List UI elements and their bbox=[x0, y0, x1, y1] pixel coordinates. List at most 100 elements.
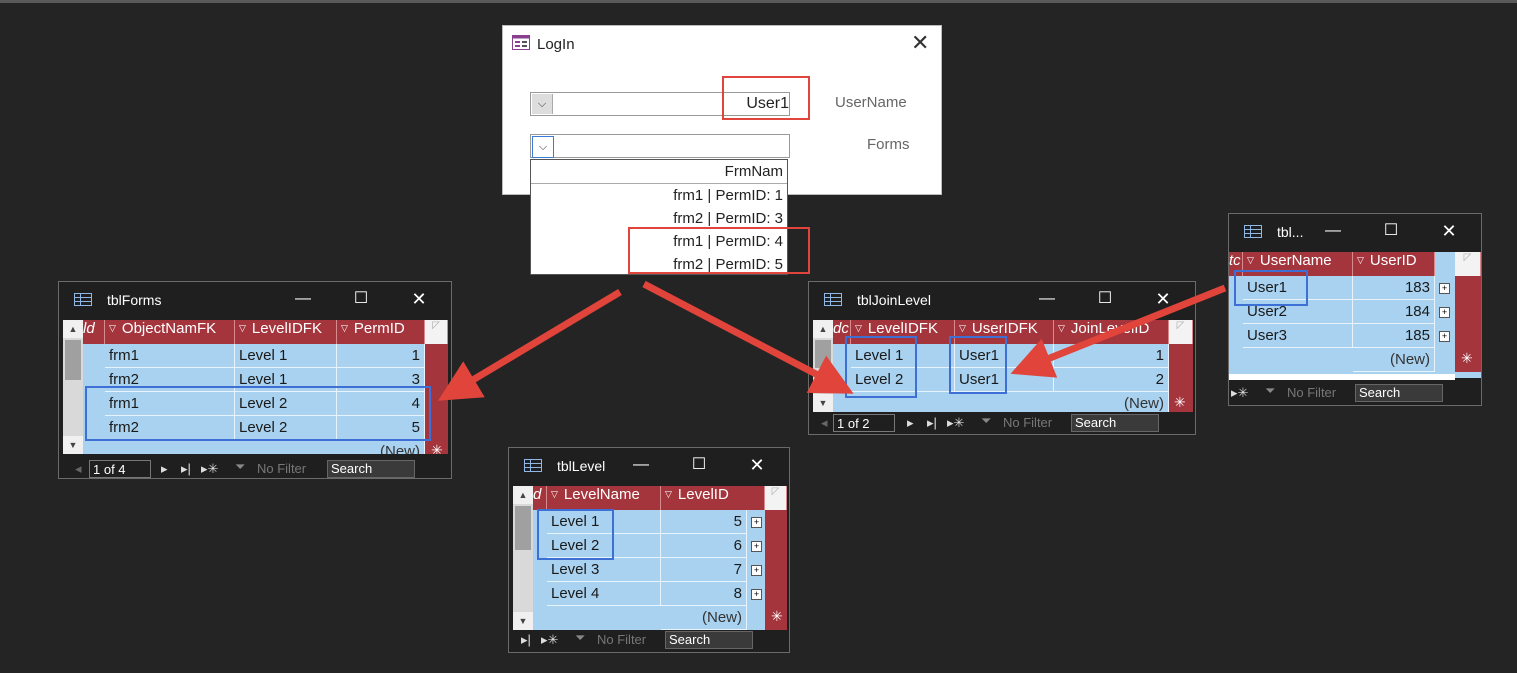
minimize-icon[interactable]: — bbox=[1035, 288, 1059, 312]
close-icon[interactable]: ✕ bbox=[745, 454, 769, 478]
last-record-icon[interactable]: ▸| bbox=[927, 415, 937, 431]
scroll-down-icon[interactable]: ▼ bbox=[813, 394, 833, 412]
column-header[interactable]: ▽ LevelName bbox=[547, 486, 661, 510]
search-input[interactable]: Search bbox=[327, 460, 415, 478]
table-icon bbox=[1244, 225, 1262, 238]
maximize-icon[interactable]: ☐ bbox=[1379, 220, 1403, 244]
search-input[interactable]: Search bbox=[665, 631, 753, 649]
expand-plus-icon[interactable]: + bbox=[1439, 307, 1450, 318]
scroll-up-icon[interactable]: ▲ bbox=[63, 320, 83, 338]
close-icon[interactable]: ✕ bbox=[1151, 288, 1175, 312]
maximize-icon[interactable]: ☐ bbox=[687, 454, 711, 478]
table-cell[interactable]: 7 bbox=[661, 558, 747, 582]
select-all-corner[interactable]: ◸ bbox=[765, 486, 787, 510]
title-bar: tblForms — ☐ ✕ bbox=[59, 282, 451, 318]
table-cell[interactable]: 1 bbox=[337, 344, 425, 368]
first-record-icon[interactable]: ◂ bbox=[821, 415, 828, 431]
new-record-nav-icon[interactable]: ▸✳ bbox=[541, 632, 558, 648]
new-record-cell[interactable]: (New) bbox=[661, 606, 747, 630]
expand-plus-icon[interactable]: + bbox=[751, 541, 762, 552]
close-icon[interactable]: ✕ bbox=[911, 30, 929, 56]
column-header[interactable]: ▽ JoinLevelID bbox=[1054, 320, 1169, 344]
vertical-scrollbar[interactable]: ▲ ▼ bbox=[63, 320, 83, 454]
forms-combo[interactable]: ⌵ bbox=[530, 134, 790, 158]
maximize-icon[interactable]: ☐ bbox=[1093, 288, 1117, 312]
select-all-corner[interactable]: ◸ bbox=[1169, 320, 1193, 344]
select-all-corner[interactable]: ◸ bbox=[425, 320, 448, 344]
scroll-up-icon[interactable]: ▲ bbox=[513, 486, 533, 504]
filter-status[interactable]: No Filter bbox=[257, 461, 306, 476]
close-icon[interactable]: ✕ bbox=[1437, 220, 1461, 244]
column-header[interactable]: ▽ UserID bbox=[1353, 252, 1435, 276]
maximize-icon[interactable]: ☐ bbox=[349, 288, 373, 312]
column-header[interactable]: ▽ ObjectNamFK bbox=[105, 320, 235, 344]
table-cell[interactable]: 5 bbox=[661, 510, 747, 534]
new-record-cell[interactable]: (New) bbox=[337, 440, 425, 454]
scroll-thumb[interactable] bbox=[65, 340, 81, 380]
table-cell[interactable]: frm1 bbox=[105, 344, 235, 368]
table-icon bbox=[74, 293, 92, 306]
expand-plus-icon[interactable]: + bbox=[751, 517, 762, 528]
minimize-icon[interactable]: — bbox=[629, 454, 653, 478]
table-cell[interactable]: 6 bbox=[661, 534, 747, 558]
last-record-icon[interactable]: ▸| bbox=[521, 632, 531, 648]
title-bar: tblLevel — ☐ ✕ bbox=[509, 448, 789, 484]
new-record-cell[interactable]: (New) bbox=[1054, 392, 1169, 412]
last-record-icon[interactable]: ▸| bbox=[181, 461, 191, 477]
expand-plus-icon[interactable]: + bbox=[751, 565, 762, 576]
new-record-nav-icon[interactable]: ▸✳ bbox=[201, 461, 218, 477]
table-cell[interactable]: 185 bbox=[1353, 324, 1435, 348]
dropdown-item[interactable]: frm1 | PermID: 1 bbox=[531, 184, 787, 207]
column-header[interactable]: d bbox=[533, 486, 547, 510]
filter-status[interactable]: No Filter bbox=[597, 632, 646, 647]
scroll-down-icon[interactable]: ▼ bbox=[513, 612, 533, 630]
first-record-icon[interactable]: ◂ bbox=[75, 461, 82, 477]
column-header[interactable]: ▽ LevelID bbox=[661, 486, 765, 510]
column-header[interactable]: ▽ PermID bbox=[337, 320, 425, 344]
filter-status[interactable]: No Filter bbox=[1287, 385, 1336, 400]
select-all-corner[interactable]: ◸ bbox=[1455, 252, 1481, 276]
column-header[interactable]: ▽ LevelIDFK bbox=[235, 320, 337, 344]
chevron-down-icon[interactable]: ⌵ bbox=[532, 136, 554, 158]
next-record-icon[interactable]: ▸ bbox=[161, 461, 168, 477]
table-cell[interactable]: 183 bbox=[1353, 276, 1435, 300]
scroll-thumb[interactable] bbox=[515, 506, 531, 550]
search-input[interactable]: Search bbox=[1071, 414, 1159, 432]
expand-plus-icon[interactable]: + bbox=[1439, 283, 1450, 294]
new-record-icon: ✳ bbox=[1461, 350, 1473, 366]
chevron-down-icon[interactable]: ⌵ bbox=[532, 94, 553, 114]
table-cell[interactable]: User3 bbox=[1243, 324, 1353, 348]
record-navigation-bar: ◂ 1 of 4 ▸ ▸| ▸✳ ⏷ No Filter Search bbox=[63, 458, 448, 480]
table-cell[interactable]: Level 1 bbox=[235, 344, 337, 368]
title-bar: tblJoinLevel — ☐ ✕ bbox=[809, 282, 1195, 318]
column-header[interactable]: ld bbox=[83, 320, 105, 344]
vertical-scrollbar[interactable]: ▲ ▼ bbox=[813, 320, 833, 412]
record-number[interactable]: 1 of 4 bbox=[89, 460, 151, 478]
scroll-down-icon[interactable]: ▼ bbox=[63, 436, 83, 454]
window-title: tblForms bbox=[107, 292, 162, 308]
table-cell[interactable]: 184 bbox=[1353, 300, 1435, 324]
table-cell[interactable]: 8 bbox=[661, 582, 747, 606]
scroll-up-icon[interactable]: ▲ bbox=[813, 320, 833, 338]
new-record-nav-icon[interactable]: ▸✳ bbox=[947, 415, 964, 431]
table-cell[interactable]: Level 4 bbox=[547, 582, 661, 606]
horizontal-scrollbar[interactable] bbox=[1229, 374, 1455, 380]
expand-plus-icon[interactable]: + bbox=[1439, 331, 1450, 342]
table-cell[interactable]: 2 bbox=[1054, 368, 1169, 392]
expand-plus-icon[interactable]: + bbox=[751, 589, 762, 600]
filter-status[interactable]: No Filter bbox=[1003, 415, 1052, 430]
filter-icon: ⏷ bbox=[981, 413, 992, 428]
new-record-nav-icon[interactable]: ▸✳ bbox=[1231, 385, 1248, 401]
close-icon[interactable]: ✕ bbox=[407, 288, 431, 312]
search-input[interactable]: Search bbox=[1355, 384, 1443, 402]
table-cell[interactable]: 1 bbox=[1054, 344, 1169, 368]
new-record-cell[interactable]: (New) bbox=[1353, 348, 1435, 372]
record-number[interactable]: 1 of 2 bbox=[833, 414, 895, 432]
username-label: UserName bbox=[835, 94, 907, 111]
minimize-icon[interactable]: — bbox=[1321, 220, 1345, 244]
vertical-scrollbar[interactable]: ▲ ▼ bbox=[513, 486, 533, 630]
next-record-icon[interactable]: ▸ bbox=[907, 415, 914, 431]
minimize-icon[interactable]: — bbox=[291, 288, 315, 312]
scroll-thumb[interactable] bbox=[815, 340, 831, 368]
table-cell[interactable]: Level 3 bbox=[547, 558, 661, 582]
